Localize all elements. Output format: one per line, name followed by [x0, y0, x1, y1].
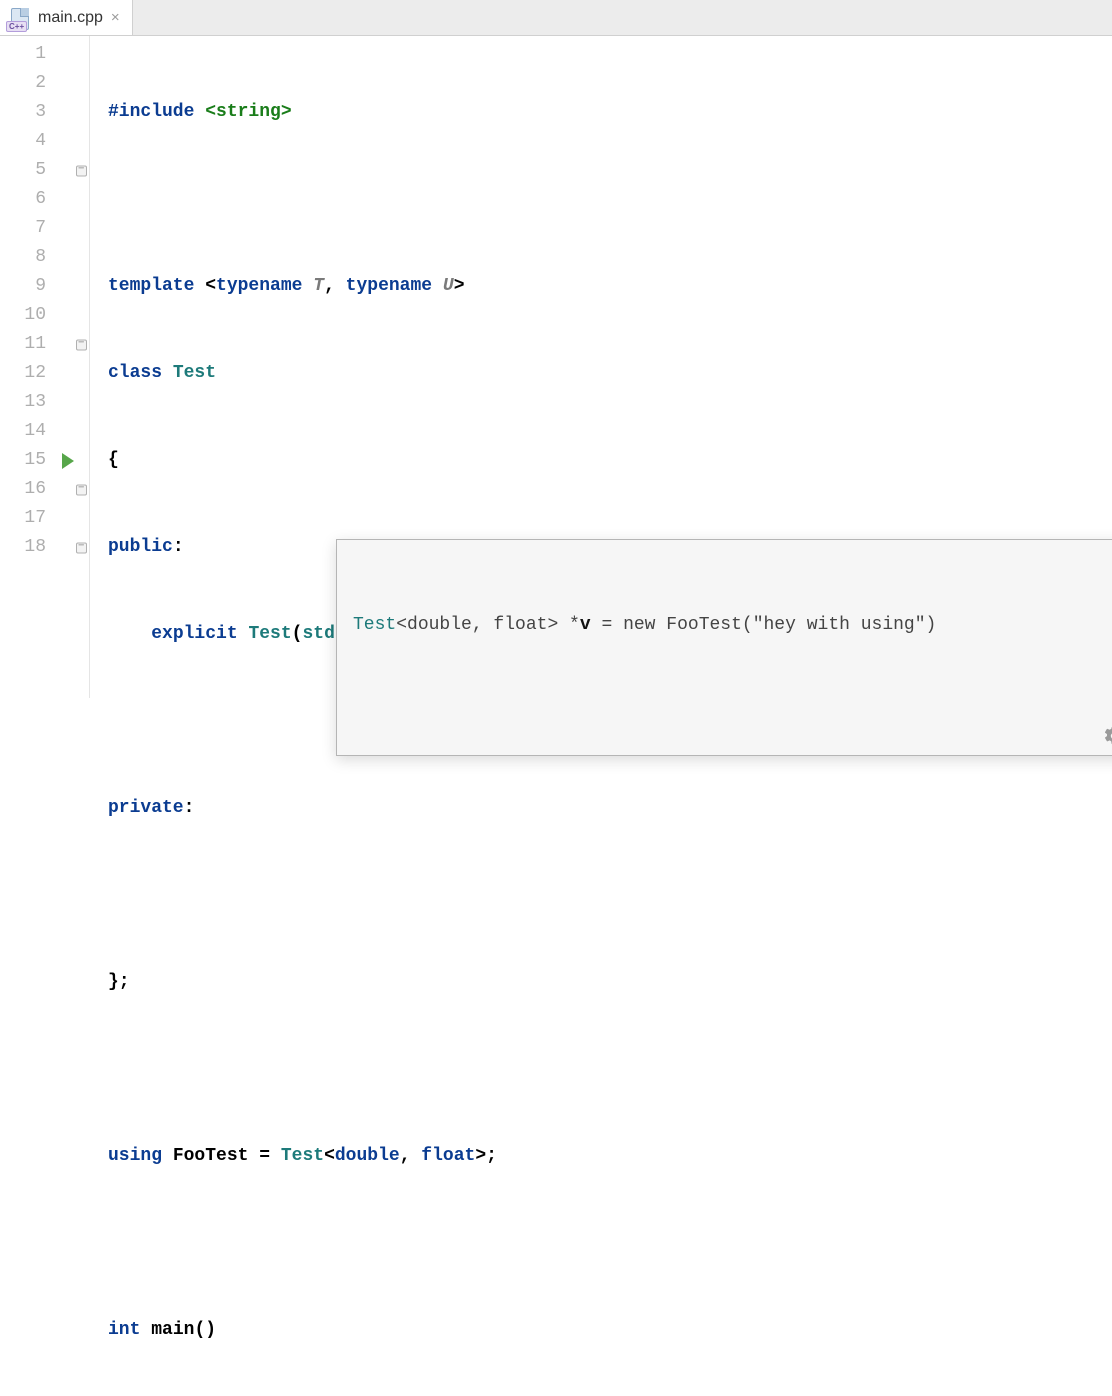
- line-number: 16: [0, 475, 46, 504]
- code-token: int: [108, 1320, 151, 1340]
- editor-area: 1 2 3 4 5 6 7 8 9 10 11 12 13 14 15 16 1…: [0, 36, 1112, 698]
- code-token: class: [108, 363, 173, 383]
- code-area[interactable]: #include <string> template <typename T, …: [90, 36, 1112, 698]
- line-number: 6: [0, 185, 46, 214]
- line-number: 12: [0, 359, 46, 388]
- code-token: Test: [281, 1146, 324, 1166]
- code-token: float: [421, 1146, 475, 1166]
- code-token: #include: [108, 102, 205, 122]
- line-number: 7: [0, 214, 46, 243]
- code-token: using: [108, 1146, 173, 1166]
- code-token: };: [108, 972, 130, 992]
- code-token: ,: [324, 276, 346, 296]
- code-token: U: [443, 276, 454, 296]
- code-token: Test: [248, 624, 291, 644]
- code-token: ,: [400, 1146, 422, 1166]
- tooltip-token: ): [926, 615, 937, 635]
- line-number: 14: [0, 417, 46, 446]
- code-token: =: [259, 1146, 281, 1166]
- tab-bar: C++ main.cpp ×: [0, 0, 1112, 36]
- line-number: 10: [0, 301, 46, 330]
- line-number: 5: [0, 156, 46, 185]
- cpp-file-icon: C++: [8, 6, 32, 30]
- code-token: >: [454, 276, 465, 296]
- code-token: typename: [216, 276, 313, 296]
- code-token: private: [108, 798, 184, 818]
- code-token: typename: [346, 276, 443, 296]
- code-token: std: [302, 624, 334, 644]
- editor-tab[interactable]: C++ main.cpp ×: [0, 0, 133, 35]
- line-number: 11: [0, 330, 46, 359]
- code-token: public: [108, 537, 173, 557]
- line-number: 2: [0, 69, 46, 98]
- line-number: 1: [0, 40, 46, 69]
- line-number: 8: [0, 243, 46, 272]
- run-gutter-icon[interactable]: [62, 453, 74, 469]
- code-token: main: [151, 1320, 194, 1340]
- file-badge: C++: [6, 21, 27, 32]
- marker-gutter[interactable]: [56, 36, 90, 698]
- code-token: [108, 624, 151, 644]
- line-number: 18: [0, 533, 46, 562]
- code-token: <: [324, 1146, 335, 1166]
- close-tab-icon[interactable]: ×: [109, 9, 122, 26]
- quick-doc-tooltip: Test<double, float> *v = new FooTest("he…: [336, 539, 1112, 756]
- code-token: double: [335, 1146, 400, 1166]
- line-number: 13: [0, 388, 46, 417]
- line-number: 17: [0, 504, 46, 533]
- line-number-gutter[interactable]: 1 2 3 4 5 6 7 8 9 10 11 12 13 14 15 16 1…: [0, 36, 56, 698]
- code-token: (): [194, 1320, 216, 1340]
- fold-toggle-icon[interactable]: [76, 484, 87, 495]
- gear-icon[interactable]: [1103, 725, 1112, 747]
- code-token: template: [108, 276, 205, 296]
- tooltip-token: Test: [353, 615, 396, 635]
- tooltip-token: = new FooTest(: [591, 615, 753, 635]
- code-token: FooTest: [173, 1146, 259, 1166]
- code-token: T: [313, 276, 324, 296]
- code-token: Test: [173, 363, 216, 383]
- tooltip-token: <double, float>: [396, 615, 558, 635]
- fold-toggle-icon[interactable]: [76, 542, 87, 553]
- code-token: :: [173, 537, 184, 557]
- fold-toggle-icon[interactable]: [76, 339, 87, 350]
- code-token: {: [108, 450, 119, 470]
- code-token: explicit: [151, 624, 248, 644]
- fold-toggle-icon[interactable]: [76, 165, 87, 176]
- code-token: >;: [475, 1146, 497, 1166]
- code-token: :: [184, 798, 195, 818]
- code-token: (: [292, 624, 303, 644]
- code-token: <string>: [205, 102, 291, 122]
- tab-filename: main.cpp: [38, 9, 103, 27]
- tooltip-token: v: [580, 615, 591, 635]
- line-number: 9: [0, 272, 46, 301]
- line-number: 4: [0, 127, 46, 156]
- tooltip-token: *: [558, 615, 580, 635]
- tooltip-token: "hey with using": [753, 615, 926, 635]
- line-number: 15: [0, 446, 46, 475]
- line-number: 3: [0, 98, 46, 127]
- code-token: <: [205, 276, 216, 296]
